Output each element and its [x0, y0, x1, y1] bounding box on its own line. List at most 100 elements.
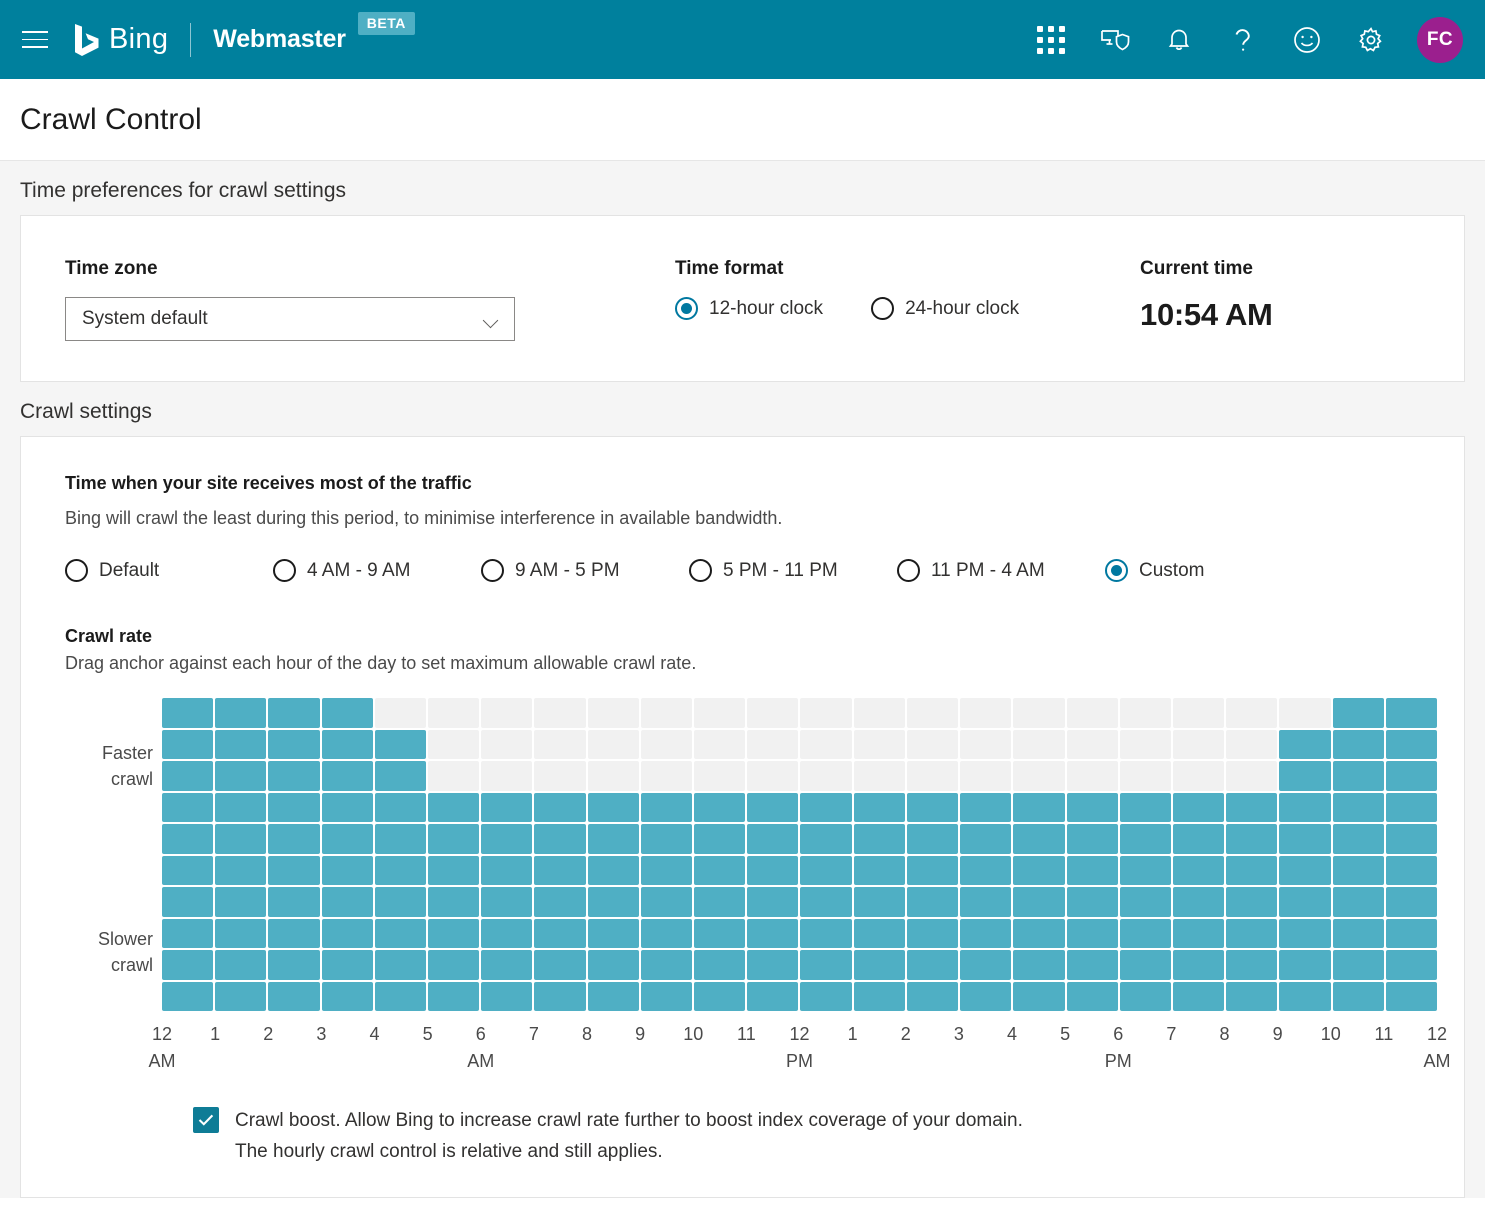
heatmap-cell[interactable]: [215, 982, 266, 1012]
heatmap-cell[interactable]: [1120, 856, 1171, 886]
heatmap-cell[interactable]: [162, 856, 213, 886]
heatmap-cell[interactable]: [641, 793, 692, 823]
heatmap-cell[interactable]: [694, 824, 745, 854]
heatmap-cell[interactable]: [907, 887, 958, 917]
settings-gear-icon[interactable]: [1339, 12, 1403, 68]
heatmap-cell[interactable]: [1013, 919, 1064, 949]
heatmap-cell[interactable]: [1173, 887, 1224, 917]
heatmap-cell[interactable]: [907, 730, 958, 760]
crawl-boost-checkbox[interactable]: [193, 1107, 219, 1133]
heatmap-cell[interactable]: [1226, 793, 1277, 823]
heatmap-cell[interactable]: [1067, 698, 1118, 728]
heatmap-cell[interactable]: [215, 793, 266, 823]
heatmap-cell[interactable]: [694, 793, 745, 823]
heatmap-cell[interactable]: [1120, 698, 1171, 728]
heatmap-cell[interactable]: [375, 761, 426, 791]
heatmap-cell[interactable]: [747, 950, 798, 980]
heatmap-cell[interactable]: [268, 887, 319, 917]
heatmap-cell[interactable]: [960, 887, 1011, 917]
heatmap-cell[interactable]: [481, 730, 532, 760]
heatmap-cell[interactable]: [907, 856, 958, 886]
heatmap-cell[interactable]: [1279, 793, 1330, 823]
heatmap-cell[interactable]: [534, 950, 585, 980]
radio-traffic-default[interactable]: Default: [65, 559, 273, 582]
heatmap-cell[interactable]: [747, 919, 798, 949]
heatmap-cell[interactable]: [641, 950, 692, 980]
heatmap-cell[interactable]: [375, 824, 426, 854]
crawl-boost-row[interactable]: Crawl boost. Allow Bing to increase craw…: [193, 1105, 1420, 1197]
heatmap-cell[interactable]: [1333, 950, 1384, 980]
heatmap-cell[interactable]: [800, 887, 851, 917]
heatmap-cell[interactable]: [428, 982, 479, 1012]
heatmap-cell[interactable]: [1120, 887, 1171, 917]
heatmap-cell[interactable]: [1386, 982, 1437, 1012]
heatmap-cell[interactable]: [1173, 761, 1224, 791]
heatmap-cell[interactable]: [588, 698, 639, 728]
heatmap-cell[interactable]: [694, 982, 745, 1012]
user-avatar[interactable]: FC: [1417, 17, 1463, 63]
heatmap-cell[interactable]: [322, 730, 373, 760]
heatmap-cell[interactable]: [481, 982, 532, 1012]
heatmap-cell[interactable]: [322, 950, 373, 980]
heatmap-cell[interactable]: [694, 887, 745, 917]
shield-monitor-icon[interactable]: [1083, 12, 1147, 68]
heatmap-cell[interactable]: [800, 698, 851, 728]
heatmap-cell[interactable]: [322, 761, 373, 791]
notification-bell-icon[interactable]: [1147, 12, 1211, 68]
heatmap-cell[interactable]: [375, 919, 426, 949]
heatmap-cell[interactable]: [162, 698, 213, 728]
heatmap-cell[interactable]: [1386, 919, 1437, 949]
heatmap-cell[interactable]: [1386, 824, 1437, 854]
heatmap-cell[interactable]: [1120, 824, 1171, 854]
heatmap-cell[interactable]: [1279, 887, 1330, 917]
heatmap-cell[interactable]: [800, 824, 851, 854]
heatmap-cell[interactable]: [1173, 982, 1224, 1012]
heatmap-cell[interactable]: [534, 919, 585, 949]
heatmap-cell[interactable]: [428, 950, 479, 980]
radio-24-hour-clock[interactable]: 24-hour clock: [871, 297, 1019, 320]
heatmap-cell[interactable]: [907, 950, 958, 980]
heatmap-cell[interactable]: [588, 793, 639, 823]
heatmap-cell[interactable]: [481, 824, 532, 854]
heatmap-cell[interactable]: [1067, 856, 1118, 886]
heatmap-cell[interactable]: [428, 919, 479, 949]
heatmap-cell[interactable]: [1013, 824, 1064, 854]
heatmap-cell[interactable]: [1173, 919, 1224, 949]
heatmap-cell[interactable]: [641, 887, 692, 917]
heatmap-cell[interactable]: [1226, 856, 1277, 886]
heatmap-cell[interactable]: [1067, 950, 1118, 980]
heatmap-cell[interactable]: [1226, 730, 1277, 760]
heatmap-cell[interactable]: [588, 856, 639, 886]
heatmap-cell[interactable]: [1013, 793, 1064, 823]
heatmap-cell[interactable]: [641, 856, 692, 886]
heatmap-cell[interactable]: [1013, 698, 1064, 728]
heatmap-cell[interactable]: [960, 698, 1011, 728]
heatmap-cell[interactable]: [1279, 824, 1330, 854]
heatmap-cell[interactable]: [694, 730, 745, 760]
radio-12-hour-clock[interactable]: 12-hour clock: [675, 297, 823, 320]
heatmap-cell[interactable]: [960, 919, 1011, 949]
heatmap-cell[interactable]: [268, 856, 319, 886]
heatmap-cell[interactable]: [1013, 982, 1064, 1012]
heatmap-cell[interactable]: [322, 919, 373, 949]
heatmap-cell[interactable]: [854, 887, 905, 917]
heatmap-cell[interactable]: [322, 793, 373, 823]
heatmap-cell[interactable]: [322, 982, 373, 1012]
heatmap-cell[interactable]: [641, 919, 692, 949]
heatmap-cell[interactable]: [588, 982, 639, 1012]
heatmap-cell[interactable]: [215, 730, 266, 760]
heatmap-cell[interactable]: [375, 887, 426, 917]
heatmap-cell[interactable]: [375, 856, 426, 886]
heatmap-cell[interactable]: [641, 982, 692, 1012]
heatmap-cell[interactable]: [747, 824, 798, 854]
heatmap-cell[interactable]: [322, 698, 373, 728]
heatmap-cell[interactable]: [1279, 698, 1330, 728]
heatmap-cell[interactable]: [268, 793, 319, 823]
heatmap-cell[interactable]: [1279, 761, 1330, 791]
heatmap-cell[interactable]: [854, 856, 905, 886]
heatmap-cell[interactable]: [907, 982, 958, 1012]
heatmap-cell[interactable]: [800, 761, 851, 791]
heatmap-cell[interactable]: [1067, 887, 1118, 917]
heatmap-cell[interactable]: [162, 982, 213, 1012]
heatmap-cell[interactable]: [960, 761, 1011, 791]
